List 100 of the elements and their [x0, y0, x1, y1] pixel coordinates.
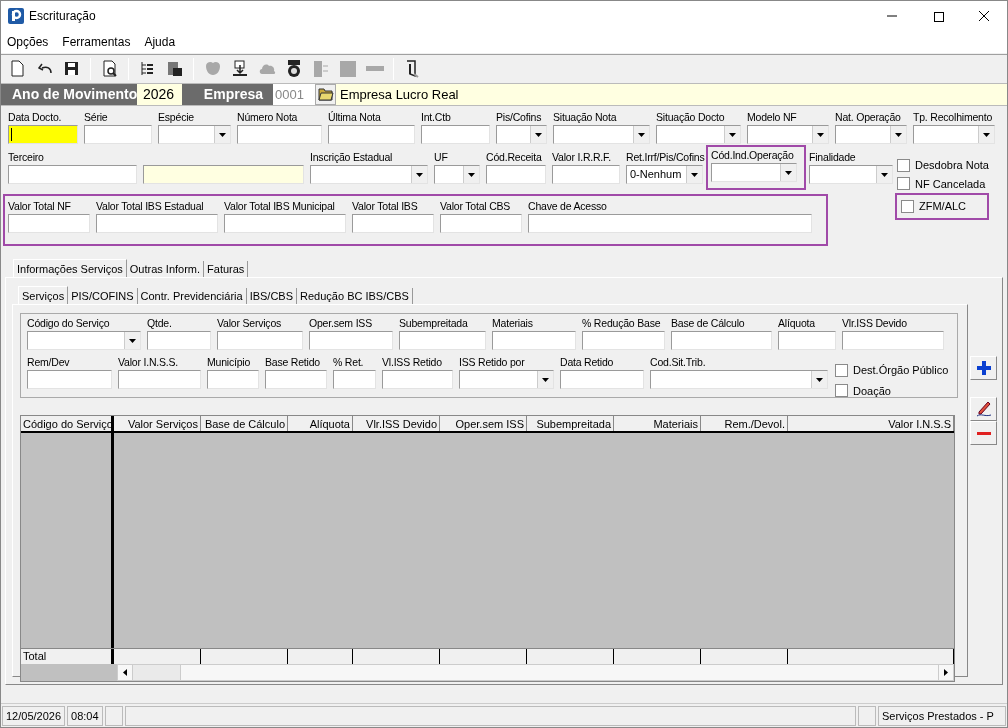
open-folder-button[interactable] — [315, 84, 336, 105]
year-field[interactable]: 2026 — [137, 84, 182, 105]
checkbox-label: Desdobra Nota — [915, 158, 989, 173]
caret-icon — [129, 338, 136, 343]
column-header[interactable]: Oper.sem ISS — [440, 416, 527, 431]
dropdown-field[interactable] — [650, 370, 828, 389]
field-label: Situação Nota — [553, 110, 617, 125]
dropdown-field[interactable] — [434, 165, 480, 184]
tab[interactable]: IBS/CBS — [246, 288, 298, 305]
minus-icon — [975, 430, 992, 436]
text-field[interactable] — [224, 214, 346, 233]
checkbox-label: Dest.Órgão Público — [853, 363, 949, 378]
column-header[interactable]: Alíquota — [288, 416, 353, 431]
text-field[interactable] — [399, 331, 486, 350]
text-field[interactable] — [328, 125, 415, 144]
text-field[interactable] — [671, 331, 772, 350]
text-field[interactable] — [265, 370, 327, 389]
add-button[interactable] — [970, 356, 997, 380]
field-label: Valor Total IBS Municipal — [224, 199, 335, 214]
text-field[interactable] — [778, 331, 836, 350]
edit-button[interactable] — [970, 397, 997, 421]
column-header[interactable]: Materiais — [614, 416, 701, 431]
dropdown-field[interactable] — [459, 370, 554, 389]
scroll-left-icon — [123, 669, 127, 676]
horizontal-scrollbar[interactable] — [117, 664, 954, 681]
text-field[interactable] — [528, 214, 812, 233]
dropdown-field[interactable] — [158, 125, 231, 144]
text-field[interactable] — [27, 370, 112, 389]
dropdown-field[interactable] — [310, 165, 428, 184]
dropdown-field[interactable] — [809, 165, 893, 184]
remove-button[interactable] — [970, 421, 997, 445]
text-field[interactable] — [96, 214, 218, 233]
text-field[interactable] — [309, 331, 393, 350]
dropdown-field[interactable] — [656, 125, 741, 144]
text-field[interactable] — [207, 370, 259, 389]
tab[interactable]: Outras Inform. — [126, 261, 205, 278]
tab[interactable]: Contr. Previdenciária — [137, 288, 247, 305]
column-header[interactable]: Vlr.ISS Devido — [353, 416, 440, 431]
text-field[interactable] — [560, 370, 644, 389]
dropdown-field[interactable] — [711, 163, 797, 182]
field-label: Inscrição Estadual — [310, 150, 393, 165]
tab[interactable]: Serviços — [18, 286, 69, 305]
tab[interactable]: Redução BC IBS/CBS — [297, 288, 413, 305]
maximize-icon — [932, 10, 944, 22]
text-field[interactable] — [217, 331, 303, 350]
field-label: Código do Serviço — [27, 316, 110, 331]
checkbox[interactable] — [901, 199, 914, 213]
text-field[interactable] — [147, 331, 211, 350]
company-name-field[interactable]: Empresa Lucro Real — [336, 84, 1007, 105]
field-label: % Ret. — [333, 355, 364, 370]
column-header[interactable]: Subempreitada — [527, 416, 614, 431]
dropdown-field[interactable] — [913, 125, 995, 144]
text-field[interactable] — [237, 125, 322, 144]
company-code-field[interactable]: 0001 — [273, 84, 315, 105]
text-field[interactable] — [440, 214, 522, 233]
text-field[interactable] — [352, 214, 434, 233]
text-field[interactable] — [486, 165, 546, 184]
dropdown-field[interactable] — [747, 125, 829, 144]
caret-icon — [535, 132, 542, 137]
text-field[interactable] — [118, 370, 201, 389]
field-label: Valor I.R.R.F. — [552, 150, 611, 165]
field-label: Data Retido — [560, 355, 614, 370]
text-field[interactable] — [492, 331, 576, 350]
column-header[interactable]: Valor I.N.S.S — [788, 416, 954, 431]
dropdown-field[interactable] — [496, 125, 547, 144]
checkbox[interactable] — [835, 384, 848, 398]
text-field[interactable] — [842, 331, 944, 350]
caret-icon — [416, 172, 423, 177]
column-header[interactable]: Rem./Devol. — [701, 416, 788, 431]
status-time: 08:04 — [67, 705, 103, 726]
dropdown-field[interactable] — [553, 125, 650, 144]
field-label: Subempreitada — [399, 316, 468, 331]
dropdown-field[interactable] — [27, 331, 141, 350]
column-header[interactable]: Valor Serviços — [114, 416, 201, 431]
checkbox[interactable] — [897, 158, 910, 172]
text-field[interactable] — [421, 125, 490, 144]
caret-icon — [691, 172, 698, 177]
field-label: Ret.Irrf/Pis/Cofins — [626, 150, 705, 165]
text-field[interactable] — [84, 125, 152, 144]
menu-item[interactable]: Ferramentas — [62, 33, 131, 51]
text-field[interactable] — [333, 370, 376, 389]
field-label: Cod.Sit.Trib. — [650, 355, 706, 370]
scroll-thumb[interactable] — [133, 665, 181, 680]
checkbox[interactable] — [897, 177, 910, 191]
menu-item[interactable]: Opções — [7, 33, 49, 51]
column-header[interactable]: Base de Cálculo — [201, 416, 288, 431]
checkbox-label: Doação — [853, 383, 891, 399]
text-field[interactable] — [8, 125, 78, 144]
checkbox[interactable] — [835, 363, 848, 377]
text-field[interactable] — [552, 165, 620, 184]
tab[interactable]: PIS/COFINS — [68, 288, 138, 305]
text-field[interactable] — [582, 331, 665, 350]
dropdown-field[interactable]: 0-Nenhum — [626, 165, 703, 184]
text-field[interactable] — [382, 370, 453, 389]
field-label: UF — [434, 150, 448, 165]
text-field[interactable] — [8, 214, 90, 233]
menu-item[interactable]: Ajuda — [144, 33, 176, 51]
text-field[interactable] — [8, 165, 137, 184]
dropdown-field[interactable] — [835, 125, 907, 144]
tab[interactable]: Faturas — [204, 261, 249, 278]
